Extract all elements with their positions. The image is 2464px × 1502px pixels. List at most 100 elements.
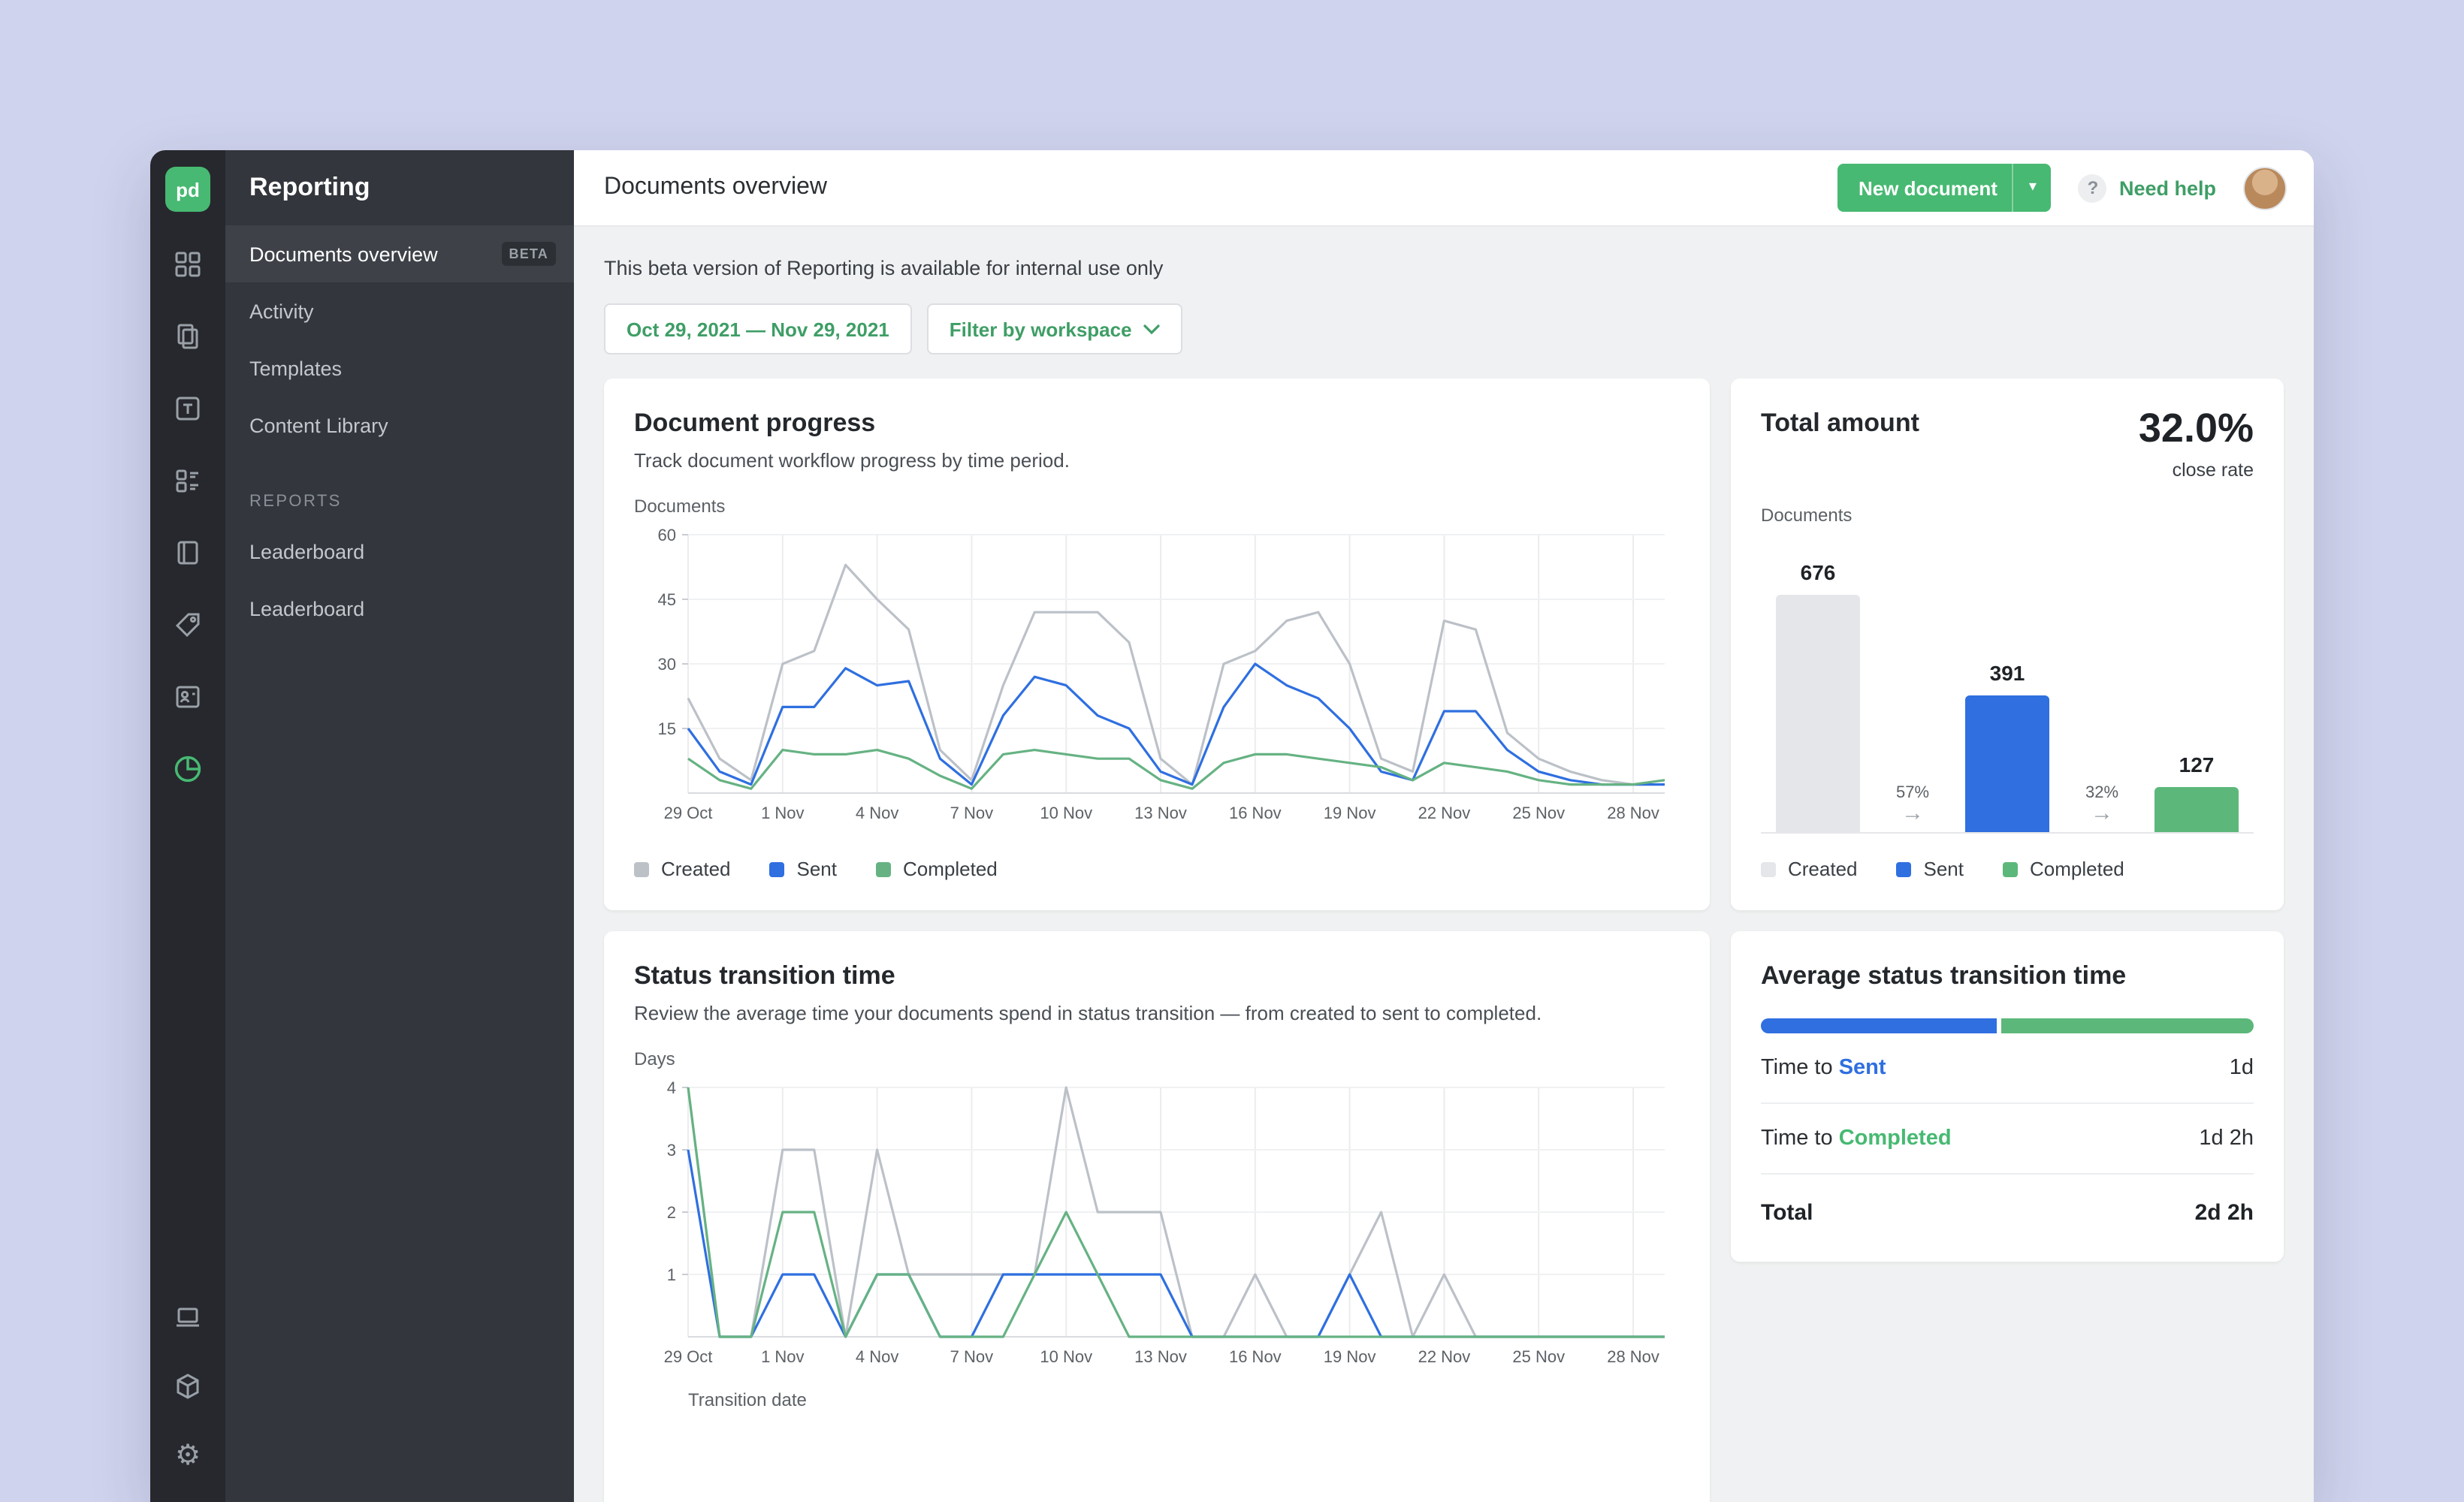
svg-text:1: 1 bbox=[667, 1265, 676, 1284]
sidebar-item-leaderboard-2[interactable]: Leaderboard bbox=[225, 580, 574, 637]
svg-text:45: 45 bbox=[658, 590, 676, 609]
date-range-filter[interactable]: Oct 29, 2021 — Nov 29, 2021 bbox=[604, 303, 912, 354]
inbox-icon[interactable] bbox=[162, 1292, 213, 1343]
status-transition-card: Status transition time Review the averag… bbox=[604, 931, 1710, 1502]
close-rate-block: 32.0% close rate bbox=[2139, 409, 2254, 481]
catalog-tag-icon[interactable] bbox=[162, 599, 213, 650]
card-subtitle: Track document workflow progress by time… bbox=[634, 449, 1680, 472]
reports-icon-active[interactable] bbox=[162, 743, 213, 795]
legend-label: Sent bbox=[1924, 858, 1964, 880]
chart-legend: Created Sent Completed bbox=[634, 858, 1680, 880]
bar-created: 676 bbox=[1776, 560, 1860, 832]
svg-text:28 Nov: 28 Nov bbox=[1607, 1347, 1659, 1366]
transition-32: 32% → bbox=[2069, 783, 2135, 832]
page-title: Documents overview bbox=[604, 174, 827, 201]
svg-text:15: 15 bbox=[658, 719, 676, 738]
sidebar-item-documents-overview[interactable]: Documents overview BETA bbox=[225, 225, 574, 282]
documents-icon[interactable] bbox=[162, 311, 213, 362]
new-document-button[interactable]: New document ▾ bbox=[1837, 164, 2052, 212]
date-range-label: Oct 29, 2021 — Nov 29, 2021 bbox=[627, 318, 889, 340]
svg-text:13 Nov: 13 Nov bbox=[1134, 1347, 1187, 1366]
sidebar-nav: Documents overview BETA Activity Templat… bbox=[225, 225, 574, 637]
svg-text:13 Nov: 13 Nov bbox=[1134, 804, 1187, 822]
row-status: Sent bbox=[1839, 1056, 1886, 1080]
legend-item-sent: Sent bbox=[770, 858, 838, 880]
sidebar-item-activity[interactable]: Activity bbox=[225, 282, 574, 339]
svg-text:10 Nov: 10 Nov bbox=[1040, 1347, 1092, 1366]
beta-badge: BETA bbox=[502, 242, 556, 266]
y-axis-label: Days bbox=[634, 1048, 1680, 1069]
legend-swatch bbox=[1897, 861, 1912, 876]
topbar-actions: New document ▾ ? Need help bbox=[1837, 164, 2287, 212]
svg-text:4 Nov: 4 Nov bbox=[856, 804, 898, 822]
chevron-down-icon bbox=[1144, 324, 1161, 334]
svg-text:29 Oct: 29 Oct bbox=[664, 1347, 713, 1366]
sidebar-item-label: Leaderboard bbox=[249, 540, 364, 562]
total-amount-card: Total amount 32.0% close rate Documents … bbox=[1731, 379, 2284, 910]
svg-text:25 Nov: 25 Nov bbox=[1512, 1347, 1565, 1366]
svg-text:4 Nov: 4 Nov bbox=[856, 1347, 898, 1366]
sidebar-item-label: Templates bbox=[249, 357, 342, 379]
dashboard-icon[interactable] bbox=[162, 239, 213, 290]
bar-value: 391 bbox=[1990, 661, 2025, 685]
document-progress-line-chart: 29 Oct1 Nov4 Nov7 Nov10 Nov13 Nov16 Nov1… bbox=[634, 523, 1677, 832]
legend-item-sent: Sent bbox=[1897, 858, 1964, 880]
settings-gear-icon[interactable]: ⚙ bbox=[162, 1430, 213, 1481]
row-prefix: Time to bbox=[1761, 1056, 1833, 1080]
close-rate-caption: close rate bbox=[2139, 460, 2254, 481]
legend-swatch bbox=[876, 861, 891, 876]
workspace-filter[interactable]: Filter by workspace bbox=[927, 303, 1183, 354]
templates-icon[interactable] bbox=[162, 383, 213, 434]
avatar[interactable] bbox=[2243, 166, 2287, 210]
svg-text:7 Nov: 7 Nov bbox=[950, 804, 993, 822]
legend-item-created: Created bbox=[1761, 858, 1858, 880]
left-column: Document progress Track document workflo… bbox=[604, 379, 1710, 1502]
sidebar-item-content-library[interactable]: Content Library bbox=[225, 397, 574, 454]
legend-swatch bbox=[2003, 861, 2018, 876]
right-column: Total amount 32.0% close rate Documents … bbox=[1731, 379, 2284, 1262]
legend-swatch bbox=[634, 861, 649, 876]
svg-text:30: 30 bbox=[658, 655, 676, 674]
arrow-right-icon: → bbox=[2091, 801, 2113, 826]
forms-icon[interactable] bbox=[162, 455, 213, 506]
svg-text:1 Nov: 1 Nov bbox=[761, 1347, 804, 1366]
sidebar-item-label: Leaderboard bbox=[249, 597, 364, 620]
legend-label: Created bbox=[661, 858, 731, 880]
svg-text:19 Nov: 19 Nov bbox=[1324, 804, 1376, 822]
status-transition-line-chart: 29 Oct1 Nov4 Nov7 Nov10 Nov13 Nov16 Nov1… bbox=[634, 1075, 1677, 1376]
chevron-down-icon: ▾ bbox=[2013, 164, 2052, 212]
pandadoc-logo[interactable]: pd bbox=[165, 167, 210, 212]
need-help-button[interactable]: ? Need help bbox=[2079, 173, 2216, 202]
dashboard-grid: Document progress Track document workflo… bbox=[604, 379, 2284, 1502]
svg-text:10 Nov: 10 Nov bbox=[1040, 804, 1092, 822]
sidebar-item-leaderboard-1[interactable]: Leaderboard bbox=[225, 523, 574, 580]
total-amount-bar-chart: 676 57% → 391 bbox=[1761, 532, 2254, 834]
bar-sent: 391 bbox=[1965, 661, 2049, 832]
total-label: Total bbox=[1761, 1200, 1813, 1226]
total-row: Total 2d 2h bbox=[1761, 1175, 2254, 1232]
card-title: Document progress bbox=[634, 409, 1680, 439]
legend-item-completed: Completed bbox=[2003, 858, 2124, 880]
arrow-right-icon: → bbox=[1901, 801, 1924, 826]
close-rate-value: 32.0% bbox=[2139, 409, 2254, 449]
row-value: 1d 2h bbox=[2199, 1126, 2254, 1151]
desktop-background: pd bbox=[0, 0, 2464, 1502]
sidebar-item-templates[interactable]: Templates bbox=[225, 339, 574, 397]
total-amount-header: Total amount 32.0% close rate bbox=[1761, 409, 2254, 481]
legend-label: Created bbox=[1788, 858, 1858, 880]
svg-text:3: 3 bbox=[667, 1141, 676, 1160]
sidebar-title: Reporting bbox=[225, 150, 574, 225]
need-help-label: Need help bbox=[2119, 176, 2216, 199]
y-axis-label: Documents bbox=[634, 496, 1680, 517]
svg-text:28 Nov: 28 Nov bbox=[1607, 804, 1659, 822]
bar bbox=[1776, 595, 1860, 832]
bar-value: 676 bbox=[1801, 560, 1836, 584]
legend-item-created: Created bbox=[634, 858, 731, 880]
contacts-icon[interactable] bbox=[162, 671, 213, 722]
average-transition-card: Average status transition time Time to S… bbox=[1731, 931, 2284, 1262]
svg-text:25 Nov: 25 Nov bbox=[1512, 804, 1565, 822]
card-subtitle: Review the average time your documents s… bbox=[634, 1002, 1680, 1024]
integrations-icon[interactable] bbox=[162, 1361, 213, 1412]
library-icon[interactable] bbox=[162, 527, 213, 578]
row-prefix: Time to bbox=[1761, 1126, 1833, 1151]
